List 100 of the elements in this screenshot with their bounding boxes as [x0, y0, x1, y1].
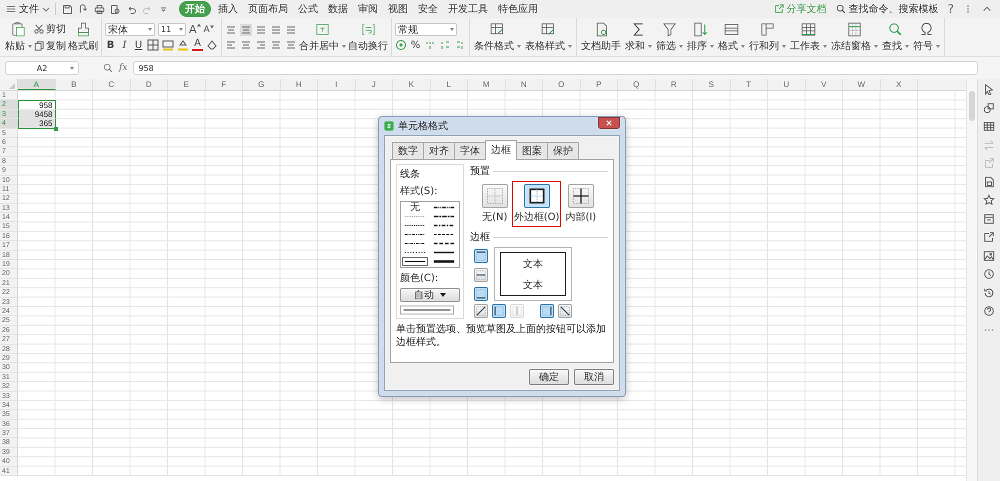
underline-button[interactable]: U	[133, 40, 144, 50]
ribbon-tab[interactable]: 开发工具	[445, 1, 491, 17]
ribbon-tab[interactable]: 安全	[415, 1, 441, 17]
dialog-tab[interactable]: 边框	[485, 140, 517, 160]
align-icon[interactable]	[255, 38, 267, 50]
bold-button[interactable]: B	[105, 40, 116, 50]
number-format-field[interactable]: 常规	[395, 23, 457, 36]
border-preview[interactable]: 文本 文本	[494, 247, 572, 301]
grow-font-button[interactable]: A	[189, 23, 201, 36]
font-name-field[interactable]: 宋体	[105, 23, 155, 36]
document-icon[interactable]	[983, 176, 995, 188]
ribbon-tool-button[interactable]: 筛选	[655, 21, 684, 53]
file-menu[interactable]: 文件	[19, 2, 39, 16]
align-icon[interactable]	[285, 38, 297, 50]
column-header[interactable]: S	[693, 79, 730, 90]
border-toggle-button[interactable]	[474, 249, 488, 263]
preview-icon[interactable]	[110, 4, 121, 14]
vertical-scrollbar[interactable]	[966, 79, 977, 481]
zoom-icon[interactable]	[103, 63, 113, 73]
ribbon-tool-button[interactable]: 查找	[881, 21, 910, 53]
print-icon[interactable]	[94, 4, 105, 14]
italic-button[interactable]: I	[119, 40, 130, 50]
column-header[interactable]: U	[768, 79, 806, 90]
preset-button[interactable]	[568, 184, 594, 208]
history-icon[interactable]	[983, 286, 995, 298]
align-icon[interactable]	[240, 38, 252, 50]
ribbon-tool-button[interactable]: 格式	[717, 21, 746, 53]
column-header[interactable]: V	[806, 79, 843, 90]
column-header[interactable]: L	[430, 79, 468, 90]
menu-icon[interactable]	[6, 4, 16, 14]
dialog-tab[interactable]: 保护	[547, 142, 579, 159]
formula-input[interactable]: 958	[133, 61, 978, 75]
preset-button[interactable]	[524, 184, 550, 208]
align-icon[interactable]	[225, 38, 237, 50]
command-search[interactable]: 查找命令、搜索模板	[848, 2, 939, 16]
column-header[interactable]: E	[168, 79, 206, 90]
column-header[interactable]: Q	[618, 79, 656, 90]
align-icon[interactable]	[270, 38, 282, 50]
column-header[interactable]: F	[206, 79, 243, 90]
font-color-button[interactable]: A	[192, 39, 203, 51]
wrap-text-button[interactable]: 自动换行	[348, 21, 388, 53]
border-toggle-button[interactable]	[492, 304, 506, 318]
ribbon-tab[interactable]: 审阅	[355, 1, 381, 17]
table-icon[interactable]	[983, 120, 995, 132]
cancel-button[interactable]: 取消	[574, 369, 614, 385]
ribbon-tool-button[interactable]: 文档助手	[580, 21, 622, 53]
dialog-tab[interactable]: 字体	[454, 142, 486, 159]
column-header[interactable]: D	[130, 79, 168, 90]
paste-button[interactable]: 粘贴	[5, 21, 32, 53]
column-header[interactable]: T	[730, 79, 768, 90]
percent-button[interactable]: %	[410, 40, 421, 50]
column-header[interactable]: I	[318, 79, 356, 90]
borders-icon[interactable]	[147, 39, 159, 51]
font-size-field[interactable]: 11	[158, 23, 186, 36]
color-dropdown[interactable]: 自动	[400, 288, 460, 302]
border-toggle-button[interactable]	[474, 268, 488, 282]
line-style-option[interactable]: 无	[402, 203, 428, 212]
column-header[interactable]: A	[18, 79, 56, 90]
column-header[interactable]: W	[843, 79, 880, 90]
ribbon-tool-button[interactable]: 求和	[624, 21, 653, 53]
line-style-list[interactable]: 无	[400, 201, 460, 268]
ribbon-tab[interactable]: 特色应用	[495, 1, 541, 17]
shrink-font-button[interactable]: A	[204, 24, 214, 34]
archive-icon[interactable]	[983, 212, 995, 224]
column-header[interactable]: X	[880, 79, 918, 90]
align-icon[interactable]	[225, 24, 237, 36]
ribbon-tab[interactable]: 数据	[325, 1, 351, 17]
column-header[interactable]: M	[468, 79, 506, 90]
ok-button[interactable]: 确定	[529, 369, 569, 385]
dialog-tab[interactable]: 数字	[392, 142, 424, 159]
copy-button[interactable]: 复制	[34, 38, 66, 52]
align-icon[interactable]	[255, 24, 267, 36]
paint-bucket-icon[interactable]	[177, 39, 189, 51]
border-toggle-button[interactable]	[540, 304, 554, 318]
align-icon[interactable]	[270, 24, 282, 36]
format-painter-button[interactable]: 格式刷	[68, 21, 98, 53]
eraser-icon[interactable]	[206, 39, 218, 51]
column-header[interactable]: B	[56, 79, 93, 90]
border-toggle-button[interactable]	[474, 304, 488, 318]
close-button[interactable]	[598, 117, 620, 129]
line-style-option[interactable]	[402, 257, 428, 266]
name-box[interactable]: A2	[5, 61, 79, 75]
shapes-icon[interactable]	[983, 102, 995, 114]
column-header[interactable]: H	[280, 79, 318, 90]
align-icon[interactable]	[240, 24, 252, 36]
column-header[interactable]: J	[356, 79, 393, 90]
ribbon-tab[interactable]: 视图	[385, 1, 411, 17]
star-icon[interactable]	[983, 194, 995, 206]
cursor-icon[interactable]	[983, 83, 995, 95]
ribbon-tab[interactable]: 公式	[295, 1, 321, 17]
caret-icon[interactable]	[42, 5, 50, 13]
ribbon-tool-button[interactable]: 排序	[686, 21, 715, 53]
save-icon[interactable]	[62, 4, 73, 14]
ribbon-tool-button[interactable]: 条件格式	[473, 21, 522, 53]
column-header[interactable]: G	[243, 79, 280, 90]
share-document-link[interactable]: 分享文档	[786, 2, 827, 16]
column-header[interactable]: O	[543, 79, 580, 90]
column-header[interactable]: N	[506, 79, 543, 90]
search-icon[interactable]	[836, 4, 846, 14]
column-header[interactable]: K	[393, 79, 430, 90]
